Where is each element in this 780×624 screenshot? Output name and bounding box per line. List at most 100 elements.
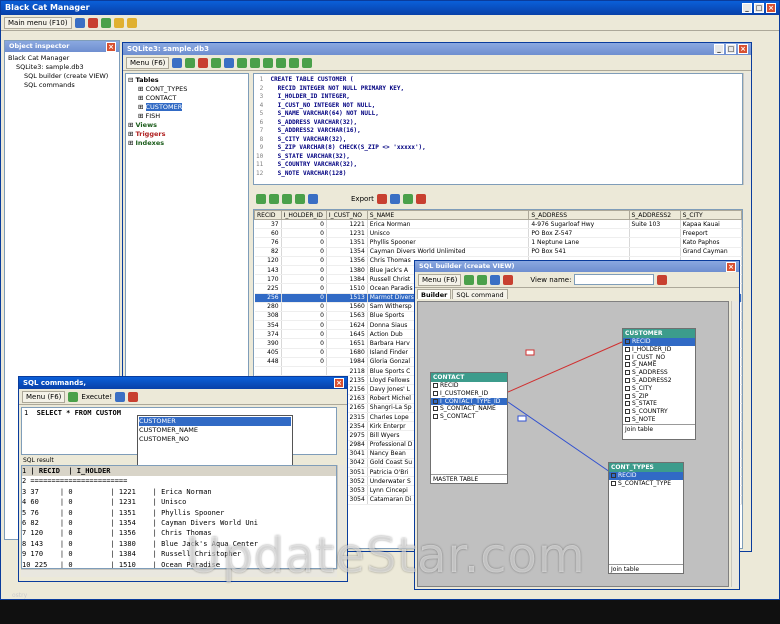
table-node[interactable]: ⊞ CUSTOMER [128,103,246,112]
refresh-icon[interactable] [100,17,111,28]
db-icon-2[interactable] [250,57,261,68]
main-menu-button[interactable]: Main menu (F10) [4,16,72,29]
checkbox-icon[interactable] [433,383,438,388]
db-icon-6[interactable] [302,57,313,68]
grid-icon[interactable] [211,57,222,68]
views-node[interactable]: ⊞ Views [128,121,246,130]
disconnect-icon[interactable] [87,17,98,28]
print-icon[interactable] [490,274,501,285]
grid-refresh-icon[interactable] [308,194,318,204]
export-icon[interactable] [376,194,387,204]
last-icon[interactable] [295,194,305,204]
field-row[interactable]: I_CUSTOMER_ID [431,390,507,398]
db-close-button[interactable]: × [738,44,748,54]
checkbox-icon[interactable] [625,393,630,399]
field-row[interactable]: RECID [623,338,695,346]
db-maximize-button[interactable]: □ [726,44,736,54]
autocomplete-item[interactable]: CUSTOMER [139,417,291,426]
execute-icon[interactable] [68,391,79,402]
field-row[interactable]: RECID [609,472,683,480]
db-icon-3[interactable] [263,57,274,68]
field-row[interactable]: I_CONTACT_TYPE_ID [431,397,507,406]
db-icon-5[interactable] [289,57,300,68]
checkbox-icon[interactable] [625,385,630,391]
delete-table-icon[interactable] [198,57,209,68]
field-row[interactable]: S_CITY [623,385,695,393]
connect-icon[interactable] [74,17,85,28]
builder-scrollbar[interactable] [731,301,739,587]
inspector-item[interactable]: SQLite3: sample.db3 [8,63,116,72]
sql-commands-close-button[interactable]: × [334,378,344,388]
tab-builder[interactable]: Builder [417,289,452,299]
checkbox-icon[interactable] [625,362,630,368]
checkbox-icon[interactable] [433,398,438,404]
maximize-button[interactable]: □ [754,3,764,13]
contact-table-box[interactable]: CONTACT RECID I_CUSTOMER_ID I_CONTACT_TYPE… [430,372,508,484]
field-row[interactable]: S_ADDRESS2 [623,377,695,385]
tables-node[interactable]: ⊟ Tables [128,76,246,85]
tab-sql-command[interactable]: SQL command [452,289,508,299]
field-row[interactable]: S_STATE [623,400,695,408]
customer-table-header[interactable]: CUSTOMER [623,329,695,338]
db-icon-1[interactable] [237,57,248,68]
cont-types-table-box[interactable]: CONT_TYPES RECID S_CONTACT_TYPE Join tabl… [608,462,684,574]
autocomplete-item[interactable]: CUSTOMER_NO [139,435,291,444]
grid-column-header[interactable]: S_CITY [679,210,742,220]
field-row[interactable]: S_CONTACT_NAME [431,405,507,413]
table-node[interactable]: ⊞ CONT_TYPES [128,85,246,94]
grid-column-header[interactable]: S_ADDRESS [528,210,630,220]
sql-editor[interactable]: 1 CREATE TABLE CUSTOMER ( 2 RECID INTEGE… [253,73,743,185]
table-node[interactable]: ⊞ CONTACT [128,94,246,103]
inspector-item[interactable]: Black Cat Manager [8,54,116,63]
customer-table-box[interactable]: CUSTOMER RECID I_HOLDER_ID I_CUST_NO S_NAME… [622,328,696,440]
builder-close-button[interactable]: × [726,262,736,272]
apply-icon[interactable] [464,274,475,285]
table-row[interactable]: 76 0 1351 Phyllis Spooner 1 Neptune Lane Kato… [254,237,742,248]
builder-action-icon[interactable] [657,274,668,285]
table-row[interactable]: 60 0 1231 Unisco PO Box Z-547 Freeport [254,228,742,239]
back-icon[interactable] [172,57,183,68]
prev-icon[interactable] [269,194,279,204]
db-menu-button[interactable]: Menu (F6) [126,56,170,69]
minimize-button[interactable]: _ [742,3,752,13]
checkbox-icon[interactable] [625,409,630,415]
checkbox-icon[interactable] [433,390,438,396]
indexes-node[interactable]: ⊞ Indexes [128,139,246,148]
checkbox-icon[interactable] [625,416,630,422]
add-row-icon[interactable] [402,194,413,204]
checkbox-icon[interactable] [611,473,616,478]
cont-types-table-header[interactable]: CONT_TYPES [609,463,683,472]
checkbox-icon[interactable] [625,377,630,383]
ok-icon[interactable] [477,274,488,285]
field-row[interactable]: S_CONTACT [431,413,507,421]
table-node[interactable]: ⊞ FISH [128,112,246,121]
table-row[interactable]: 82 0 1354 Cayman Divers World Unlimited PO B… [254,247,742,257]
contact-table-header[interactable]: CONTACT [431,373,507,382]
checkbox-icon[interactable] [625,339,630,344]
checkbox-icon[interactable] [611,480,616,486]
field-row[interactable]: S_ZIP [623,393,695,401]
checkbox-icon[interactable] [625,370,630,376]
settings-icon[interactable] [113,17,124,28]
grid-column-header[interactable]: S_ADDRESS2 [628,210,681,220]
table-icon[interactable] [185,57,196,68]
field-row[interactable]: RECID [431,382,507,390]
export-button[interactable]: Export [351,195,374,203]
field-row[interactable]: I_CUST_NO [623,354,695,362]
sql-print-icon[interactable] [115,391,126,402]
sql-save-icon[interactable] [128,391,139,402]
help-icon[interactable] [126,17,137,28]
grid-column-header[interactable]: I_HOLDER_ID [280,210,327,220]
field-row[interactable]: S_CONTACT_TYPE [609,480,683,488]
autocomplete-item[interactable]: CUSTOMER_NAME [139,426,291,435]
db-icon-4[interactable] [276,57,287,68]
checkbox-icon[interactable] [433,414,438,420]
inspector-item[interactable]: SQL commands [8,81,116,90]
save-icon[interactable] [503,274,514,285]
field-row[interactable]: S_NOTE [623,416,695,424]
grid-column-header[interactable]: S_NAME [366,210,530,220]
inspector-item[interactable]: SQL builder (create VIEW) [8,72,116,81]
field-row[interactable]: S_COUNTRY [623,408,695,416]
db-minimize-button[interactable]: _ [714,44,724,54]
join-marker[interactable] [525,349,535,356]
